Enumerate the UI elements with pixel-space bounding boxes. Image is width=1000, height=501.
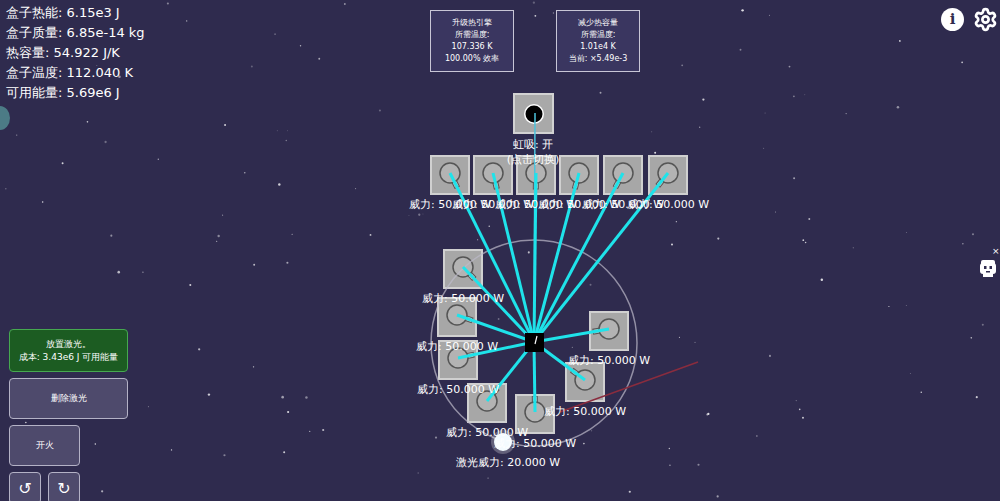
mascot-face-icon — [978, 258, 998, 278]
siphon-label: 虹吸: 开 — [513, 137, 553, 152]
siphon-box[interactable] — [513, 93, 554, 134]
upgrade-line: 当前: ×5.49e-3 — [569, 53, 628, 65]
upgrade-row: 升级热引擎所需温度:107.336 K100.00% 效率减少热容量所需温度:1… — [430, 10, 640, 72]
delete-button[interactable]: 删除激光 — [9, 378, 128, 419]
laser-box[interactable] — [443, 249, 483, 289]
fire-button[interactable]: 开火 — [9, 425, 80, 466]
laser-box[interactable] — [603, 155, 643, 195]
info-button[interactable]: i — [941, 8, 964, 31]
history-row: ↺↻ — [9, 472, 128, 501]
stat-line: 盒子质量: 6.85e-14 kg — [6, 23, 145, 43]
upgrade-card[interactable]: 减少热容量所需温度:1.01e4 K当前: ×5.49e-3 — [556, 10, 640, 72]
laser-turret-icon — [475, 157, 511, 193]
laser-turret-icon — [445, 251, 481, 287]
laser-power-label: 威力: 50.000 W — [559, 354, 659, 368]
tool-label: 删除激光 — [51, 392, 87, 405]
stat-line: 盒子温度: 112.040 K — [6, 63, 145, 83]
upgrade-line: 所需温度: — [455, 29, 490, 41]
stats-panel: 盒子热能: 6.15e3 J盒子质量: 6.85e-14 kg热容量: 54.9… — [6, 3, 145, 103]
tool-label: 放置激光。 — [46, 338, 91, 351]
upgrade-line: 107.336 K — [452, 41, 493, 53]
laser-turret-icon — [605, 157, 641, 193]
laser-box[interactable] — [589, 311, 629, 351]
planet — [0, 106, 10, 130]
siphon-toggle[interactable]: 虹吸: 开(点击切换) — [473, 137, 593, 167]
laser-power-label: 威力: 50.000 W — [535, 405, 635, 419]
laser-box[interactable] — [565, 362, 605, 402]
upgrade-line: 100.00% 效率 — [445, 53, 499, 65]
game-stage: 盒子热能: 6.15e3 J盒子质量: 6.85e-14 kg热容量: 54.9… — [0, 0, 1000, 501]
upgrade-title: 升级热引擎 — [452, 17, 492, 29]
siphon-hint: (点击切换) — [507, 152, 560, 167]
laser-power-label: 威力: 50.000 W — [408, 383, 508, 397]
laser-box[interactable] — [648, 155, 688, 195]
stat-line: 可用能量: 5.69e6 J — [6, 83, 145, 103]
tool-label: 开火 — [36, 439, 54, 452]
stat-line: 盒子热能: 6.15e3 J — [6, 3, 145, 23]
laser-power-label: 威力: 50.000 W — [413, 292, 513, 306]
redo-button[interactable]: ↻ — [48, 472, 80, 501]
settings-button[interactable] — [972, 6, 998, 32]
undo-button[interactable]: ↺ — [9, 472, 41, 501]
mascot-close[interactable]: × — [992, 246, 1000, 256]
star-field — [0, 0, 1000, 501]
place-button[interactable]: 放置激光。成本: 3.43e6 J 可用能量 — [9, 329, 128, 372]
gear-icon — [973, 7, 998, 32]
tool-cost: 成本: 3.43e6 J 可用能量 — [19, 351, 119, 364]
laser-power-label: 威力: 50.000 W — [618, 198, 718, 212]
upgrade-line: 1.01e4 K — [580, 41, 616, 53]
top-right-controls: i — [941, 6, 998, 32]
mascot[interactable] — [978, 258, 998, 278]
laser-turret-icon — [650, 157, 686, 193]
laser-box[interactable] — [559, 155, 599, 195]
laser-power-label: 威力: 50.000 W — [485, 437, 585, 451]
arena — [0, 0, 1000, 501]
laser-turret-icon — [591, 313, 627, 349]
stat-line: 热容量: 54.922 J/K — [6, 43, 145, 63]
laser-turret-icon — [567, 364, 603, 400]
laser-power-label: 威力: 50.000 W — [407, 340, 507, 354]
laser-turret-icon — [432, 157, 468, 193]
laser-power-total: 激光威力: 20.000 W — [456, 456, 560, 470]
tool-panel: 放置激光。成本: 3.43e6 J 可用能量删除激光开火↺↻ — [9, 329, 128, 501]
laser-turret-icon — [561, 157, 597, 193]
upgrade-line: 所需温度: — [581, 29, 616, 41]
upgrade-card[interactable]: 升级热引擎所需温度:107.336 K100.00% 效率 — [430, 10, 514, 72]
black-hole-icon — [519, 99, 549, 129]
upgrade-title: 减少热容量 — [578, 17, 618, 29]
laser-box[interactable] — [430, 155, 470, 195]
